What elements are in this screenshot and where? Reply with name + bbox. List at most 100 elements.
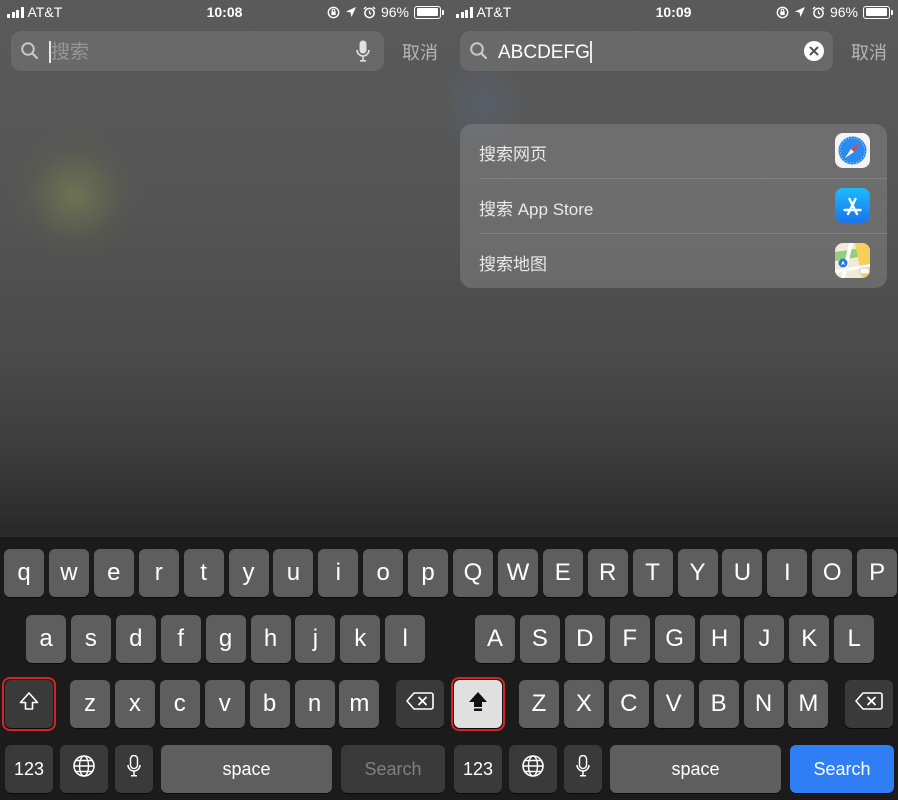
key-r[interactable]: R — [587, 549, 628, 597]
key-s[interactable]: S — [519, 615, 560, 663]
key-n[interactable]: N — [743, 680, 784, 728]
globe-icon — [72, 754, 96, 785]
key-w[interactable]: w — [48, 549, 89, 597]
key-b[interactable]: b — [249, 680, 290, 728]
search-value: ABCDEFG — [498, 41, 590, 63]
suggestion-search-web[interactable]: 搜索网页 — [460, 124, 887, 179]
key-t[interactable]: t — [183, 549, 224, 597]
key-z[interactable]: z — [70, 680, 110, 728]
suggestion-search-app-store[interactable]: 搜索 App Store — [460, 179, 887, 234]
search-suggestions: 搜索网页 搜索 App Store 搜索地图 — [460, 124, 887, 288]
keyboard: Q W E R T Y U I O P A S D F G H J K L Z X C V B N M 123 space Search — [449, 537, 898, 800]
highlight-ring — [451, 677, 505, 731]
key-e[interactable]: e — [93, 549, 134, 597]
status-bar: AT&T 10:08 96% — [0, 0, 449, 24]
key-m[interactable]: M — [788, 680, 829, 728]
key-j[interactable]: j — [295, 615, 336, 663]
orientation-lock-icon — [776, 6, 789, 19]
dictation-key[interactable] — [115, 745, 153, 793]
key-i[interactable]: i — [318, 549, 359, 597]
key-y[interactable]: y — [228, 549, 269, 597]
key-c[interactable]: C — [608, 680, 649, 728]
status-right: 96% — [776, 4, 893, 20]
search-key[interactable]: Search — [790, 745, 894, 793]
key-r[interactable]: r — [138, 549, 179, 597]
key-a[interactable]: a — [26, 615, 66, 663]
key-q[interactable]: q — [4, 549, 44, 597]
maps-icon — [835, 243, 870, 278]
suggestion-label: 搜索网页 — [479, 145, 547, 164]
key-q[interactable]: Q — [453, 549, 493, 597]
globe-key[interactable] — [509, 745, 557, 793]
battery-icon — [414, 5, 444, 19]
key-l[interactable]: L — [834, 615, 875, 663]
alarm-icon — [363, 5, 376, 19]
status-bar: AT&T 10:09 96% — [449, 0, 898, 24]
microphone-icon — [576, 754, 590, 784]
key-k[interactable]: k — [340, 615, 381, 663]
orientation-lock-icon — [327, 6, 340, 19]
key-v[interactable]: v — [204, 680, 245, 728]
key-a[interactable]: A — [475, 615, 515, 663]
key-f[interactable]: F — [609, 615, 650, 663]
key-h[interactable]: H — [699, 615, 740, 663]
suggestion-search-maps[interactable]: 搜索地图 — [460, 234, 887, 288]
key-t[interactable]: T — [632, 549, 673, 597]
battery-percent: 96% — [380, 4, 409, 20]
space-key[interactable]: space — [610, 745, 781, 793]
delete-key[interactable] — [396, 680, 444, 728]
text-cursor — [589, 41, 592, 63]
key-h[interactable]: h — [250, 615, 291, 663]
screen-right: AT&T 10:09 96% ABCDEFG 取消 搜索网页 搜索 App St… — [449, 0, 898, 800]
battery-icon — [863, 5, 893, 19]
backspace-icon — [406, 690, 434, 718]
space-key[interactable]: space — [161, 745, 332, 793]
numbers-key[interactable]: 123 — [454, 745, 502, 793]
location-icon — [794, 6, 807, 19]
globe-key[interactable] — [60, 745, 108, 793]
key-u[interactable]: u — [273, 549, 314, 597]
key-j[interactable]: J — [744, 615, 785, 663]
key-w[interactable]: W — [497, 549, 538, 597]
key-s[interactable]: s — [70, 615, 111, 663]
key-e[interactable]: E — [542, 549, 583, 597]
key-z[interactable]: Z — [519, 680, 559, 728]
key-p[interactable]: P — [857, 549, 898, 597]
key-o[interactable]: O — [812, 549, 853, 597]
dictation-key[interactable] — [564, 745, 602, 793]
key-c[interactable]: c — [159, 680, 200, 728]
status-right: 96% — [327, 4, 444, 20]
cancel-button[interactable]: 取消 — [851, 39, 887, 65]
search-field[interactable]: 搜索 — [11, 31, 384, 71]
key-m[interactable]: m — [339, 680, 380, 728]
microphone-icon[interactable] — [356, 40, 370, 62]
search-input[interactable]: 搜索 — [49, 40, 89, 64]
key-v[interactable]: V — [653, 680, 694, 728]
search-key[interactable]: Search — [341, 745, 445, 793]
key-d[interactable]: d — [115, 615, 156, 663]
key-g[interactable]: g — [205, 615, 246, 663]
key-y[interactable]: Y — [677, 549, 718, 597]
key-u[interactable]: U — [722, 549, 763, 597]
globe-icon — [521, 754, 545, 785]
key-x[interactable]: x — [114, 680, 155, 728]
key-g[interactable]: G — [654, 615, 695, 663]
numbers-key[interactable]: 123 — [5, 745, 53, 793]
search-input[interactable]: ABCDEFG — [498, 40, 592, 64]
key-l[interactable]: l — [385, 615, 426, 663]
key-k[interactable]: K — [789, 615, 830, 663]
key-o[interactable]: o — [363, 549, 404, 597]
key-p[interactable]: p — [408, 549, 449, 597]
search-field[interactable]: ABCDEFG — [460, 31, 833, 71]
key-d[interactable]: D — [564, 615, 605, 663]
backspace-icon — [855, 690, 883, 718]
cancel-button[interactable]: 取消 — [402, 39, 438, 65]
key-x[interactable]: X — [563, 680, 604, 728]
suggestion-label: 搜索地图 — [479, 255, 547, 274]
key-n[interactable]: n — [294, 680, 335, 728]
key-i[interactable]: I — [767, 549, 808, 597]
clear-text-icon[interactable] — [804, 41, 824, 61]
key-f[interactable]: f — [160, 615, 201, 663]
delete-key[interactable] — [845, 680, 893, 728]
key-b[interactable]: B — [698, 680, 739, 728]
